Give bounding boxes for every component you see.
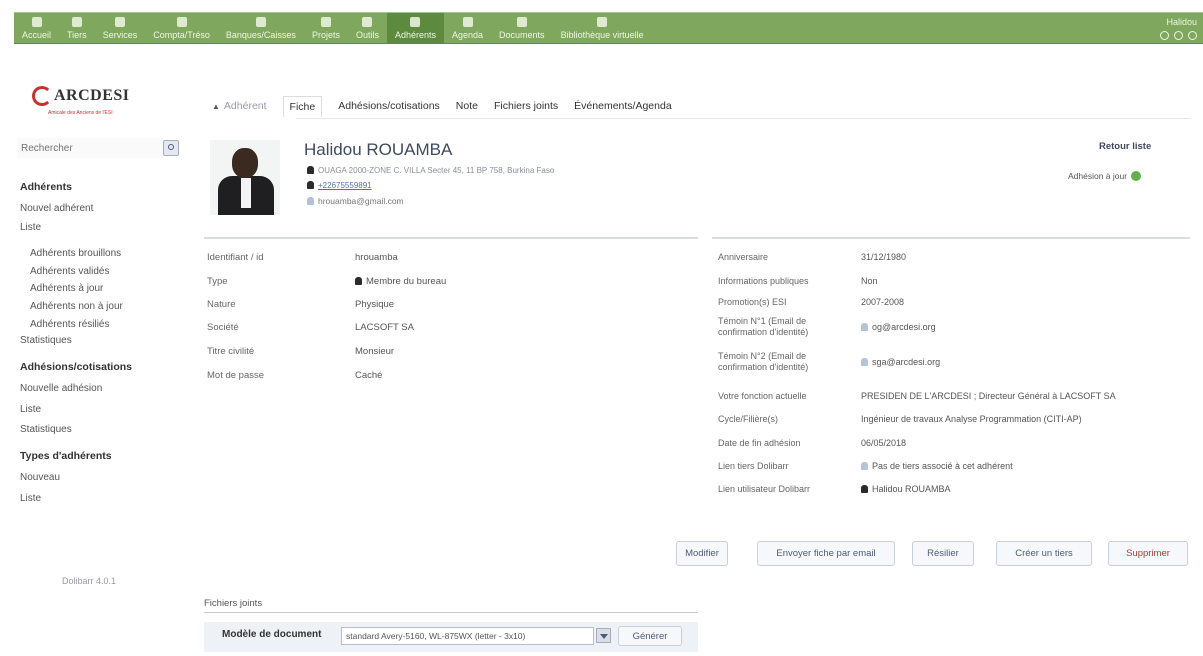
logout-icon[interactable] [1188, 31, 1197, 40]
document-model-label: Modèle de document [222, 629, 322, 640]
chevron-down-icon[interactable] [596, 628, 611, 643]
user-area: Halidou [1160, 16, 1197, 40]
delete-button[interactable]: Supprimer [1108, 541, 1188, 566]
sidebar-item-brouillons[interactable]: Adhérents brouillons [30, 248, 121, 259]
nav-accueil[interactable]: Accueil [14, 13, 59, 43]
top-menu-bar: Accueil Tiers Services Compta/Tréso Banq… [14, 12, 1203, 44]
nav-outils[interactable]: Outils [348, 13, 387, 43]
print-icon[interactable] [1160, 31, 1169, 40]
membership-status: Adhésion à jour [1068, 171, 1142, 181]
sidebar-item-nouvelle-adhesion[interactable]: Nouvelle adhésion [20, 383, 102, 394]
tabs-divider [296, 118, 1191, 119]
member-name: Halidou ROUAMBA [304, 140, 453, 159]
nav-services[interactable]: Services [95, 13, 146, 43]
sidebar-item-nouveau-type[interactable]: Nouveau [20, 472, 60, 483]
logo-subtitle: Amicale des Anciens de l'ESI [48, 110, 113, 116]
nav-bibliotheque[interactable]: Bibliothèque virtuelle [553, 13, 652, 43]
help-icon[interactable] [1174, 31, 1183, 40]
project-icon [320, 16, 331, 27]
back-to-list-link[interactable]: Retour liste [1099, 141, 1151, 152]
search-box [17, 138, 179, 158]
generate-button[interactable]: Générer [618, 626, 682, 646]
tab-adherent[interactable]: Adhérent [212, 100, 267, 112]
member-email[interactable]: hrouamba@gmail.com [307, 196, 404, 206]
money-icon [176, 16, 187, 27]
nav-compta[interactable]: Compta/Tréso [145, 13, 218, 43]
sidebar-item-liste-types[interactable]: Liste [20, 493, 41, 504]
email-icon [861, 358, 868, 366]
nav-documents[interactable]: Documents [491, 13, 553, 43]
logo-text: ARCDESI [54, 87, 130, 104]
sidebar-item-liste[interactable]: Liste [20, 222, 41, 233]
sidebar-heading-adherents[interactable]: Adhérents [20, 181, 72, 193]
nav-banques[interactable]: Banques/Caisses [218, 13, 304, 43]
nav-projets[interactable]: Projets [304, 13, 348, 43]
building-icon [71, 16, 82, 27]
link-icon [861, 462, 868, 470]
sidebar-item-statistiques[interactable]: Statistiques [20, 335, 72, 346]
sidebar-item-liste-adhesions[interactable]: Liste [20, 404, 41, 415]
app-logo[interactable]: ARCDESI [32, 86, 130, 106]
sidebar-item-statistiques-adhesions[interactable]: Statistiques [20, 424, 72, 435]
nav-tiers[interactable]: Tiers [59, 13, 95, 43]
tab-fiche[interactable]: Fiche [282, 95, 323, 117]
nav-agenda[interactable]: Agenda [444, 13, 491, 43]
nav-adherents[interactable]: Adhérents [386, 13, 444, 43]
email-icon [307, 197, 314, 205]
create-thirdparty-button[interactable]: Créer un tiers [996, 541, 1092, 566]
bank-icon [255, 16, 266, 27]
search-icon[interactable] [163, 140, 179, 156]
send-email-button[interactable]: Envoyer fiche par email [757, 541, 895, 566]
members-icon [410, 16, 421, 27]
tab-adhesions[interactable]: Adhésions/cotisations [338, 100, 440, 112]
tab-note[interactable]: Note [456, 100, 478, 112]
sidebar-item-a-jour[interactable]: Adhérents à jour [30, 283, 103, 294]
left-table-rule [204, 237, 698, 239]
attached-files-title: Fichiers joints [204, 598, 263, 609]
services-icon [114, 16, 125, 27]
sidebar-item-valides[interactable]: Adhérents validés [30, 266, 110, 277]
sidebar-item-non-a-jour[interactable]: Adhérents non à jour [30, 301, 123, 312]
right-table-rule [712, 237, 1190, 239]
documents-icon [516, 16, 527, 27]
sidebar-item-nouvel-adherent[interactable]: Nouvel adhérent [20, 203, 93, 214]
tab-fichiers[interactable]: Fichiers joints [494, 100, 558, 112]
member-phone[interactable]: +22675559891 [307, 181, 372, 190]
user-icon [861, 485, 868, 493]
status-dot-icon [1131, 171, 1142, 181]
search-input[interactable] [17, 138, 163, 158]
logo-mark-icon [32, 86, 52, 106]
terminate-button[interactable]: Résilier [912, 541, 974, 566]
document-model-select[interactable]: standard Avery-5160, WL-875WX (letter - … [341, 627, 594, 645]
member-address: OUAGA 2000-ZONE C. VILLA Secter 45, 11 B… [307, 166, 554, 175]
library-icon [597, 16, 608, 27]
map-pin-icon [307, 166, 314, 174]
home-icon [31, 16, 42, 27]
app-version: Dolibarr 4.0.1 [62, 576, 117, 586]
tab-evenements[interactable]: Événements/Agenda [574, 100, 671, 112]
sidebar-heading-adhesions[interactable]: Adhésions/cotisations [20, 361, 132, 373]
calendar-icon [462, 16, 473, 27]
user-name[interactable]: Halidou [1160, 16, 1197, 28]
member-photo [210, 140, 280, 215]
tools-icon [362, 16, 373, 27]
attached-files-rule [204, 612, 698, 613]
member-type-icon [355, 277, 362, 285]
member-tabs: Adhérent Fiche Adhésions/cotisations Not… [212, 95, 688, 117]
document-generator: Modèle de document standard Avery-5160, … [204, 622, 698, 652]
email-icon [861, 323, 868, 331]
phone-icon [307, 181, 314, 189]
sidebar-heading-types[interactable]: Types d'adhérents [20, 450, 112, 462]
modify-button[interactable]: Modifier [676, 541, 728, 566]
sidebar-item-resilies[interactable]: Adhérents résiliés [30, 319, 109, 330]
